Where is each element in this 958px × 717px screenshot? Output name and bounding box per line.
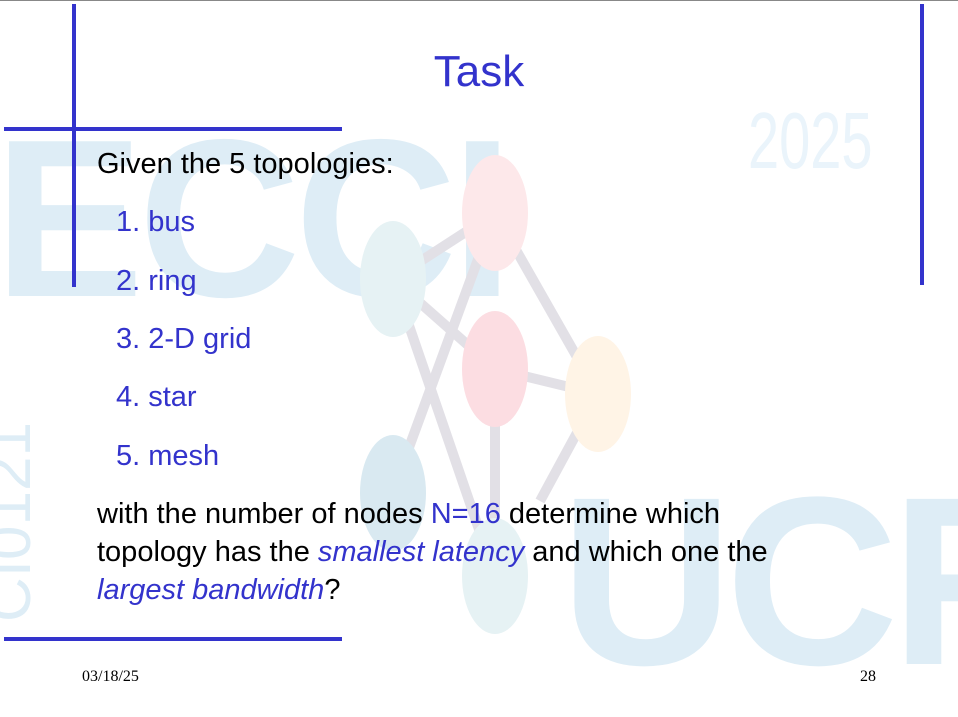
list-item: 1. bus <box>116 206 195 238</box>
question-line-3: largest bandwidth? <box>97 574 340 607</box>
page-number: 28 <box>860 668 876 685</box>
footer-date: 03/18/25 <box>82 668 139 685</box>
slide: ECCI 2025 CI0121 UCR Task Given the 5 to… <box>0 0 958 717</box>
node-count: N=16 <box>430 498 501 530</box>
question-text: ? <box>324 574 341 606</box>
slide-title: Task <box>433 47 525 96</box>
emphasis-latency: smallest latency <box>317 536 525 568</box>
divider-bottom <box>4 637 342 641</box>
question-text: topology has the <box>97 536 318 568</box>
question-text: determine which <box>500 498 721 530</box>
list-item: 2. ring <box>116 265 197 297</box>
list-item: 5. mesh <box>116 440 220 472</box>
question-text: and which one the <box>524 536 768 568</box>
list-item: 3. 2-D grid <box>116 323 252 355</box>
intro-text: Given the 5 topologies: <box>97 148 394 180</box>
question-line-2: topology has the smallest latency and wh… <box>97 536 768 569</box>
network-graphic <box>360 155 631 634</box>
question-line-1: with the number of nodes N=16 determine … <box>97 498 720 531</box>
divider-top <box>4 127 342 131</box>
question-text: with the number of nodes <box>97 498 431 530</box>
list-item: 4. star <box>116 381 197 413</box>
emphasis-bandwidth: largest bandwidth <box>97 574 325 606</box>
